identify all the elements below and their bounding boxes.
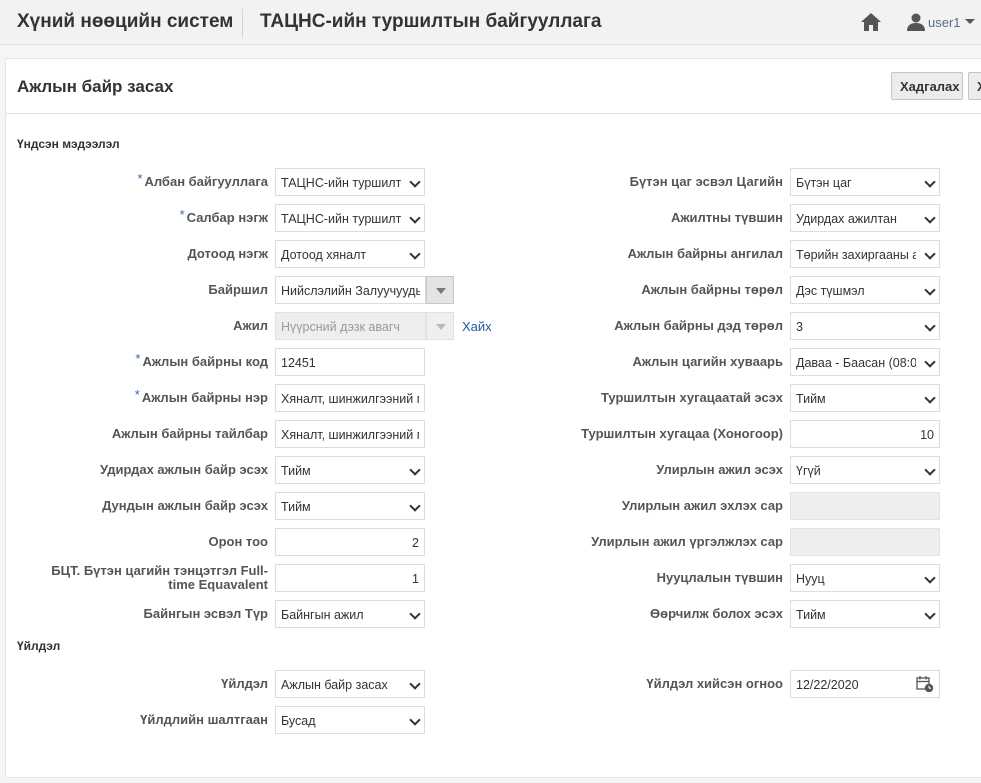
permanent-temporary-select[interactable]: Байнгын ажил xyxy=(275,600,425,628)
action-select[interactable]: Ажлын байр засах xyxy=(275,670,425,698)
headcount-input[interactable]: 2 xyxy=(275,528,425,556)
seasonal-duration-month-input xyxy=(790,528,940,556)
label-branch: * Салбар нэгж xyxy=(179,207,268,225)
label-is-seasonal: Улирлын ажил эсэх xyxy=(656,462,783,477)
location-field[interactable]: Нийслэлийн Залуучуудын өргөн чөлөө xyxy=(275,276,426,304)
label-fte: БЦТ. Бүтэн цагийн тэнцэтгэл Full-time Eq… xyxy=(51,563,268,592)
organization-title: ТАЦНС-ийн туршилтын байгууллага xyxy=(260,11,602,32)
label-position-description: Ажлын байрны тайлбар xyxy=(111,426,268,441)
full-time-part-time-select[interactable]: Бүтэн цаг xyxy=(790,168,940,196)
label-position-code: * Ажлын байрны код xyxy=(135,351,268,369)
label-work-schedule: Ажлын цагийн хуваарь xyxy=(632,354,783,369)
header-divider-line xyxy=(6,113,981,114)
position-type-select[interactable]: Дэс түшмэл xyxy=(790,276,940,304)
position-code-input[interactable]: 12451 xyxy=(275,348,425,376)
label-headcount: Орон тоо xyxy=(208,534,268,549)
label-employee-level: Ажилтны түвшин xyxy=(670,210,783,225)
label-position-name: * Ажлын байрны нэр xyxy=(134,387,268,405)
home-icon[interactable] xyxy=(860,12,882,32)
calendar-icon[interactable] xyxy=(916,675,934,693)
position-category-select[interactable]: Төрийн захиргааны албан тушаал xyxy=(790,240,940,268)
save-button[interactable]: Хадгалах xyxy=(891,72,963,100)
label-position-category: Ажлын байрны ангилал xyxy=(627,246,783,261)
label-position-type: Ажлын байрны төрөл xyxy=(641,282,783,297)
organization-select[interactable]: ТАЦНС-ийн туршилтын байгууллага xyxy=(275,168,425,196)
search-job-link[interactable]: Хайх xyxy=(462,319,492,334)
is-seasonal-select[interactable]: Үгүй xyxy=(790,456,940,484)
label-job: Ажил xyxy=(233,318,268,333)
is-shared-select[interactable]: Тийм xyxy=(275,492,425,520)
section-basic-info: Үндсэн мэдээлэл xyxy=(17,137,120,151)
internal-unit-select[interactable]: Дотоод хяналт xyxy=(275,240,425,268)
label-probation-days: Туршилтын хугацаа (Хоногоор) xyxy=(581,426,783,441)
user-icon[interactable] xyxy=(906,12,926,32)
label-location: Байршил xyxy=(208,282,268,297)
label-action-date: Үйлдэл хийсэн огноо xyxy=(646,676,783,691)
branch-select[interactable]: ТАЦНС-ийн туршилтын байгууллага xyxy=(275,204,425,232)
label-confidentiality-level: Нууцлалын түвшин xyxy=(656,570,783,585)
close-button[interactable]: Хаах xyxy=(968,72,981,100)
fte-input[interactable]: 1 xyxy=(275,564,425,592)
caret-down-icon[interactable] xyxy=(964,15,976,27)
label-seasonal-duration-month: Улирлын ажил үргэлжлэх сар xyxy=(591,534,783,549)
label-position-subtype: Ажлын байрны дэд төрөл xyxy=(614,318,783,333)
header-divider xyxy=(242,9,243,38)
confidentiality-level-select[interactable]: Нууц xyxy=(790,564,940,592)
page-title: Ажлын байр засах xyxy=(17,77,174,96)
is-managerial-select[interactable]: Тийм xyxy=(275,456,425,484)
edit-position-panel: Ажлын байр засах Хадгалах Хаах Үндсэн мэ… xyxy=(5,58,981,778)
label-full-time-part-time: Бүтэн цаг эсвэл Цагийн xyxy=(629,174,783,189)
label-is-editable: Өөрчилж болох эсэх xyxy=(650,606,783,621)
top-bar: Хүний нөөцийн систем ТАЦНС-ийн туршилтын… xyxy=(0,0,981,45)
seasonal-start-month-input xyxy=(790,492,940,520)
label-has-probation: Туршилтын хугацаатай эсэх xyxy=(600,390,783,405)
has-probation-select[interactable]: Тийм xyxy=(790,384,940,412)
section-action: Үйлдэл xyxy=(17,639,61,653)
position-description-input[interactable]: Хяналт, шинжилгээний мэргэжилтэн xyxy=(275,420,425,448)
work-schedule-select[interactable]: Даваа - Баасан (08:00 - 17:00) xyxy=(790,348,940,376)
position-subtype-select[interactable]: 3 xyxy=(790,312,940,340)
position-name-input[interactable]: Хяналт, шинжилгээний мэргэжилтэн xyxy=(275,384,425,412)
probation-days-input[interactable]: 10 xyxy=(790,420,940,448)
label-internal-unit: Дотоод нэгж xyxy=(187,246,268,261)
label-action: Үйлдэл xyxy=(221,676,268,691)
action-reason-select[interactable]: Бусад xyxy=(275,706,425,734)
location-dropdown-button[interactable] xyxy=(426,276,454,304)
app-title: Хүний нөөцийн систем xyxy=(17,11,234,32)
is-editable-select[interactable]: Тийм xyxy=(790,600,940,628)
label-organization: * Албан байгууллага xyxy=(137,171,268,189)
employee-level-select[interactable]: Удирдах ажилтан xyxy=(790,204,940,232)
label-action-reason: Үйлдлийн шалтгаан xyxy=(140,712,268,727)
user-name[interactable]: user1 xyxy=(928,15,961,30)
job-field: Нүүрсний дэзк авагч xyxy=(275,312,426,340)
label-is-shared: Дундын ажлын байр эсэх xyxy=(102,498,268,513)
label-is-managerial: Удирдах ажлын байр эсэх xyxy=(99,462,268,477)
label-seasonal-start-month: Улирлын ажил эхлэх сар xyxy=(621,498,783,513)
job-dropdown-button xyxy=(426,312,454,340)
label-permanent-temporary: Байнгын эсвэл Түр xyxy=(143,606,268,621)
